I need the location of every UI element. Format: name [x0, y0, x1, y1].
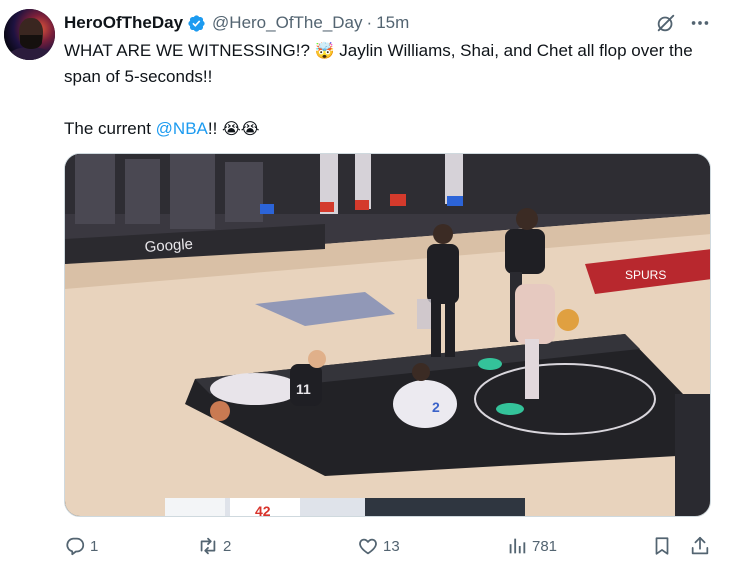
like-button[interactable]: 13: [357, 534, 400, 558]
more-icon[interactable]: [689, 12, 711, 34]
exploding-head-emoji: 🤯: [314, 41, 335, 60]
bookmark-button[interactable]: [651, 534, 673, 558]
tweet-text: WHAT ARE WE WITNESSING!? 🤯 Jaylin Willia…: [64, 38, 714, 142]
tweet-action-bar: 1 2 13 781: [64, 531, 714, 561]
basketball-court-photo: Google SPURS 11 2 42: [65, 154, 710, 517]
views-button[interactable]: 781: [506, 534, 557, 558]
bookmark-icon: [655, 537, 669, 555]
share-icon: [691, 536, 709, 555]
author-handle[interactable]: @Hero_OfThe_Day: [212, 13, 363, 33]
tweet[interactable]: HeroOfTheDay @Hero_OfThe_Day · 15m WHAT …: [0, 0, 733, 570]
tweet-line-2-suffix: !!: [207, 119, 223, 138]
header-separator: ·: [366, 13, 373, 32]
reply-count: 1: [90, 537, 99, 555]
tweet-media-image[interactable]: Google SPURS 11 2 42: [64, 153, 711, 517]
svg-text:Google: Google: [144, 236, 193, 256]
tweet-paragraph-2: The current @NBA!! 😭😭: [64, 116, 714, 142]
views-count: 781: [532, 537, 558, 555]
views-icon: [509, 538, 526, 554]
tweet-header: HeroOfTheDay @Hero_OfThe_Day · 15m: [64, 12, 409, 34]
svg-text:SPURS: SPURS: [625, 268, 666, 282]
author-display-name[interactable]: HeroOfTheDay: [64, 13, 183, 33]
reply-icon: [66, 537, 85, 556]
crying-emoji: 😭😭: [222, 119, 260, 138]
reply-button[interactable]: 1: [64, 534, 98, 558]
like-count: 13: [383, 537, 400, 555]
grok-icon[interactable]: [655, 12, 677, 34]
heart-icon: [359, 538, 377, 555]
svg-text:11: 11: [296, 381, 311, 397]
scoreboard-score: 42: [255, 503, 271, 517]
repost-button[interactable]: 2: [197, 534, 231, 558]
svg-text:2: 2: [432, 399, 440, 415]
avatar[interactable]: [4, 9, 55, 60]
tweet-timestamp[interactable]: 15m: [376, 13, 409, 33]
repost-icon: [200, 537, 216, 555]
tweet-line-2-prefix: The current: [64, 119, 156, 138]
repost-count: 2: [223, 537, 232, 555]
mention-link[interactable]: @NBA: [156, 119, 208, 138]
verified-badge-icon: [188, 14, 205, 32]
tweet-paragraph-1: WHAT ARE WE WITNESSING!? 🤯 Jaylin Willia…: [64, 38, 714, 90]
share-button[interactable]: [689, 534, 711, 558]
tweet-line-1: WHAT ARE WE WITNESSING!?: [64, 41, 310, 60]
